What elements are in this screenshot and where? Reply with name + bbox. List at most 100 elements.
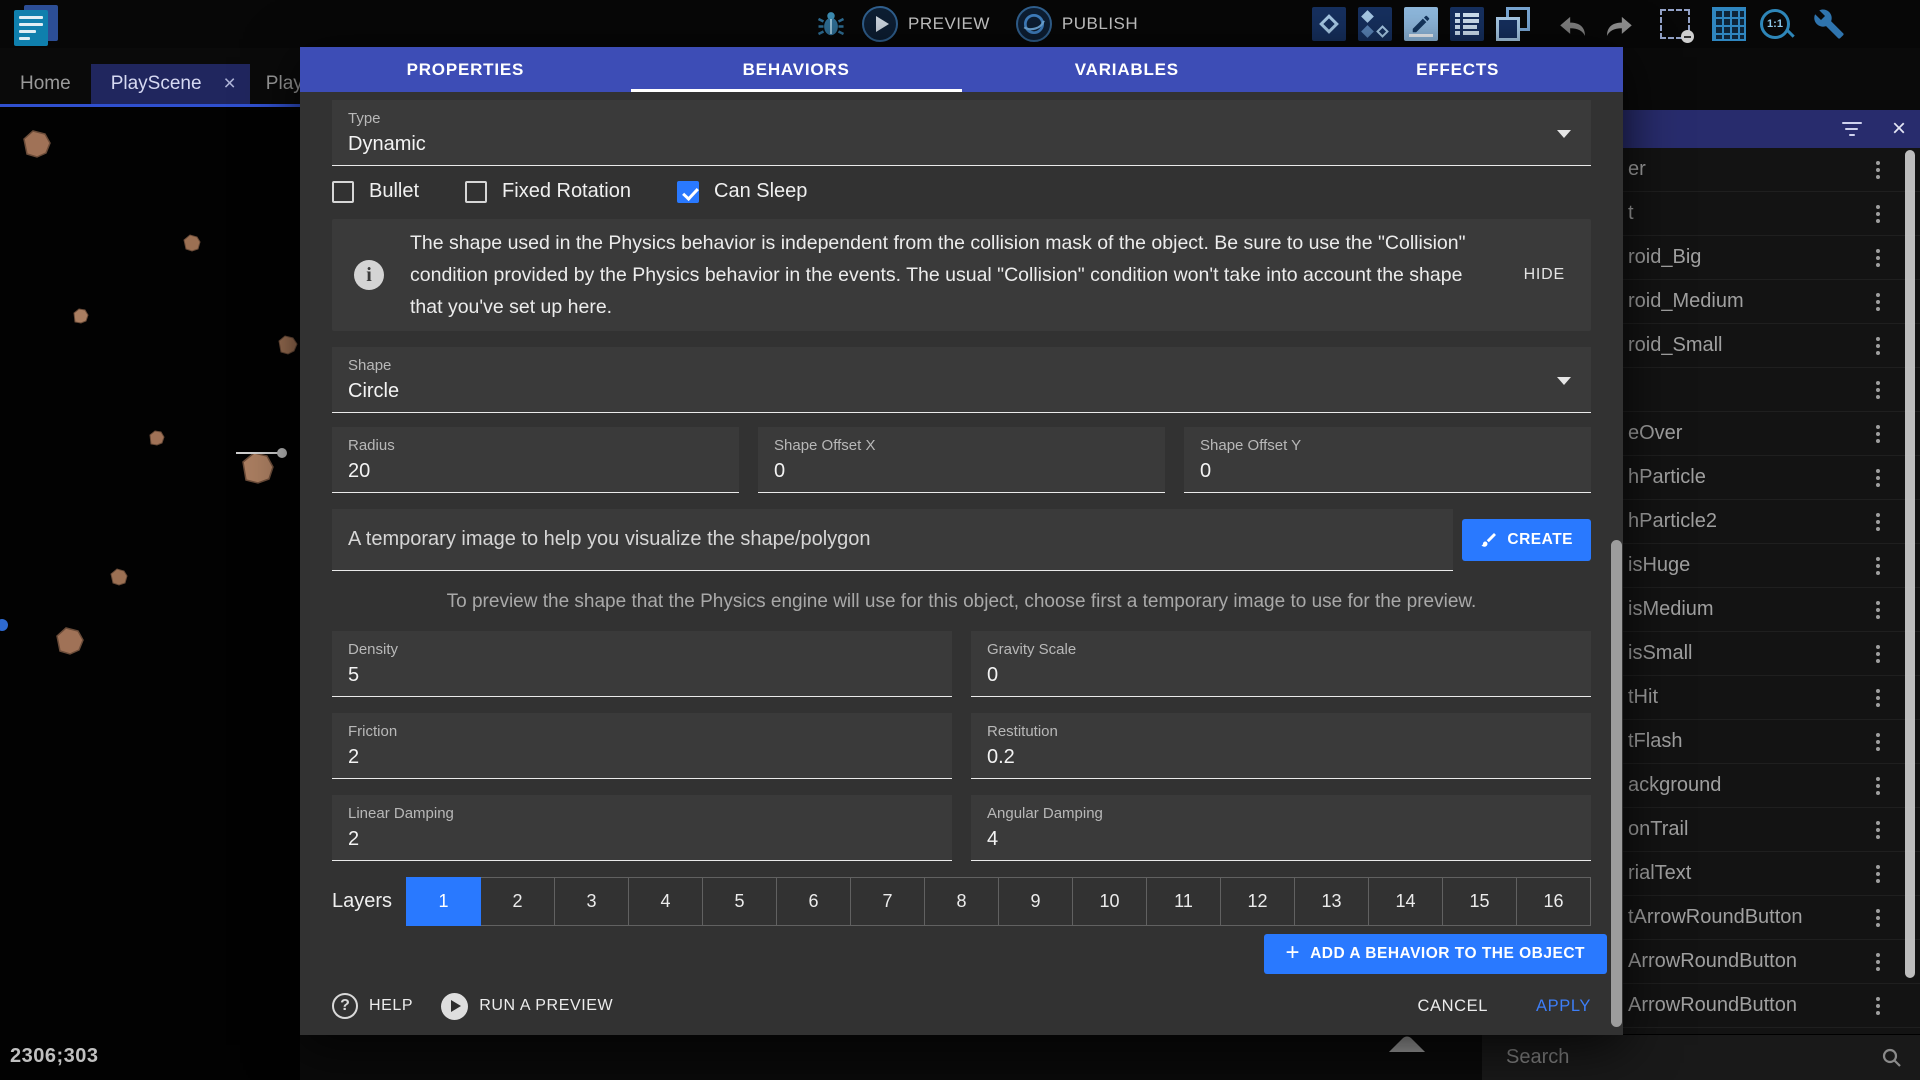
footer-actions: CANCEL APPLY [1417, 997, 1591, 1016]
kebab-menu-icon[interactable] [1872, 861, 1884, 887]
tab-playscene-label: PlayScene [111, 73, 202, 95]
add-behavior-button[interactable]: + ADD A BEHAVIOR TO THE OBJECT [1264, 934, 1607, 974]
layer-3-button[interactable]: 3 [554, 877, 629, 926]
kebab-menu-icon[interactable] [1872, 333, 1884, 359]
layers-label: Layers [332, 890, 392, 913]
kebab-menu-icon[interactable] [1872, 157, 1884, 183]
hide-button[interactable]: HIDE [1520, 260, 1569, 290]
friction-field[interactable]: Friction 2 [332, 713, 952, 779]
shape-select[interactable]: Shape Circle [332, 347, 1591, 413]
layer-15-button[interactable]: 15 [1442, 877, 1517, 926]
grid-icon[interactable] [1710, 5, 1748, 43]
help-button[interactable]: ? HELP [332, 993, 413, 1019]
selection-marquee-icon[interactable] [1656, 5, 1694, 43]
dialog-scrollbar[interactable] [1611, 540, 1622, 1027]
kebab-menu-icon[interactable] [1872, 509, 1884, 535]
layer-9-button[interactable]: 9 [998, 877, 1073, 926]
layer-7-button[interactable]: 7 [850, 877, 925, 926]
kebab-menu-icon[interactable] [1872, 245, 1884, 271]
layer-16-button[interactable]: 16 [1516, 877, 1591, 926]
asteroid-sprite [150, 431, 164, 445]
zoom-1-1-icon[interactable]: 1:1 [1756, 5, 1794, 43]
filter-icon[interactable] [1842, 122, 1862, 136]
scene-canvas[interactable]: 2306;303 [0, 104, 300, 1080]
kebab-menu-icon[interactable] [1872, 729, 1884, 755]
tab-properties[interactable]: PROPERTIES [300, 47, 631, 92]
layer-6-button[interactable]: 6 [776, 877, 851, 926]
kebab-menu-icon[interactable] [1872, 773, 1884, 799]
kebab-menu-icon[interactable] [1872, 949, 1884, 975]
wrench-settings-icon[interactable] [1810, 5, 1848, 43]
gravity-scale-field[interactable]: Gravity Scale 0 [971, 631, 1591, 697]
object-groups-icon[interactable] [1356, 5, 1394, 43]
layer-8-button[interactable]: 8 [924, 877, 999, 926]
undo-icon[interactable] [1554, 5, 1592, 43]
checkbox-checked-icon[interactable] [677, 181, 699, 203]
events-sheet-icon[interactable] [1448, 5, 1486, 43]
restitution-field[interactable]: Restitution 0.2 [971, 713, 1591, 779]
kebab-menu-icon[interactable] [1872, 465, 1884, 491]
layer-4-button[interactable]: 4 [628, 877, 703, 926]
can-sleep-checkbox[interactable]: Can Sleep [677, 180, 807, 203]
density-field[interactable]: Density 5 [332, 631, 952, 697]
run-preview-button[interactable]: RUN A PREVIEW [441, 993, 613, 1020]
layer-14-button[interactable]: 14 [1368, 877, 1443, 926]
preview-icon[interactable] [862, 6, 898, 42]
kebab-menu-icon[interactable] [1872, 905, 1884, 931]
project-manager-icon[interactable] [14, 5, 60, 47]
redo-icon[interactable] [1600, 5, 1638, 43]
cancel-button[interactable]: CANCEL [1417, 997, 1488, 1016]
layers-icon[interactable] [1494, 5, 1532, 43]
layer-10-button[interactable]: 10 [1072, 877, 1147, 926]
layer-5-button[interactable]: 5 [702, 877, 777, 926]
tab-variables[interactable]: VARIABLES [962, 47, 1293, 92]
bullet-checkbox[interactable]: Bullet [332, 180, 419, 203]
layer-13-button[interactable]: 13 [1294, 877, 1369, 926]
layer-2-button[interactable]: 2 [480, 877, 555, 926]
sidebar-scrollbar[interactable] [1905, 150, 1915, 978]
kebab-menu-icon[interactable] [1872, 553, 1884, 579]
create-button[interactable]: CREATE [1462, 519, 1591, 561]
tab-playscene[interactable]: PlayScene × [91, 64, 250, 104]
angular-damping-field[interactable]: Angular Damping 4 [971, 795, 1591, 861]
kebab-menu-icon[interactable] [1872, 377, 1884, 403]
tab-close-icon[interactable]: × [224, 72, 236, 96]
kebab-menu-icon[interactable] [1872, 597, 1884, 623]
kebab-menu-icon[interactable] [1872, 421, 1884, 447]
search-input[interactable]: Search [1506, 1046, 1569, 1069]
tab-effects[interactable]: EFFECTS [1292, 47, 1623, 92]
checkbox-icon[interactable] [332, 181, 354, 203]
tab-behaviors[interactable]: BEHAVIORS [631, 47, 962, 92]
shape-offset-y-field[interactable]: Shape Offset Y 0 [1184, 427, 1591, 493]
type-select[interactable]: Type Dynamic [332, 100, 1591, 166]
close-panel-icon[interactable]: × [1892, 117, 1906, 141]
layer-1-button[interactable]: 1 [406, 877, 481, 926]
debug-bug-icon[interactable] [812, 5, 850, 43]
publish-icon[interactable] [1016, 6, 1052, 42]
edit-scene-pencil-icon[interactable] [1402, 5, 1440, 43]
checkbox-icon[interactable] [465, 181, 487, 203]
linear-damping-field[interactable]: Linear Damping 2 [332, 795, 952, 861]
apply-button[interactable]: APPLY [1536, 997, 1591, 1016]
temp-image-input[interactable]: A temporary image to help you visualize … [332, 509, 1453, 571]
info-icon: i [354, 260, 384, 290]
preview-button[interactable]: PREVIEW [908, 14, 990, 34]
tab-home[interactable]: Home [0, 64, 91, 104]
kebab-menu-icon[interactable] [1872, 641, 1884, 667]
fixed-rotation-checkbox[interactable]: Fixed Rotation [465, 180, 631, 203]
asteroid-sprite [184, 235, 200, 251]
objects-icon[interactable] [1310, 5, 1348, 43]
shape-params-row: Radius 20 Shape Offset X 0 Shape Offset … [332, 427, 1591, 493]
layer-12-button[interactable]: 12 [1220, 877, 1295, 926]
publish-button[interactable]: PUBLISH [1062, 14, 1138, 34]
kebab-menu-icon[interactable] [1872, 817, 1884, 843]
shape-offset-x-field[interactable]: Shape Offset X 0 [758, 427, 1165, 493]
layer-11-button[interactable]: 11 [1146, 877, 1221, 926]
kebab-menu-icon[interactable] [1872, 201, 1884, 227]
behavior-dialog: PROPERTIES BEHAVIORS VARIABLES EFFECTS T… [300, 47, 1623, 1035]
kebab-menu-icon[interactable] [1872, 993, 1884, 1019]
kebab-menu-icon[interactable] [1872, 685, 1884, 711]
radius-field[interactable]: Radius 20 [332, 427, 739, 493]
info-text: The shape used in the Physics behavior i… [410, 227, 1520, 323]
kebab-menu-icon[interactable] [1872, 289, 1884, 315]
